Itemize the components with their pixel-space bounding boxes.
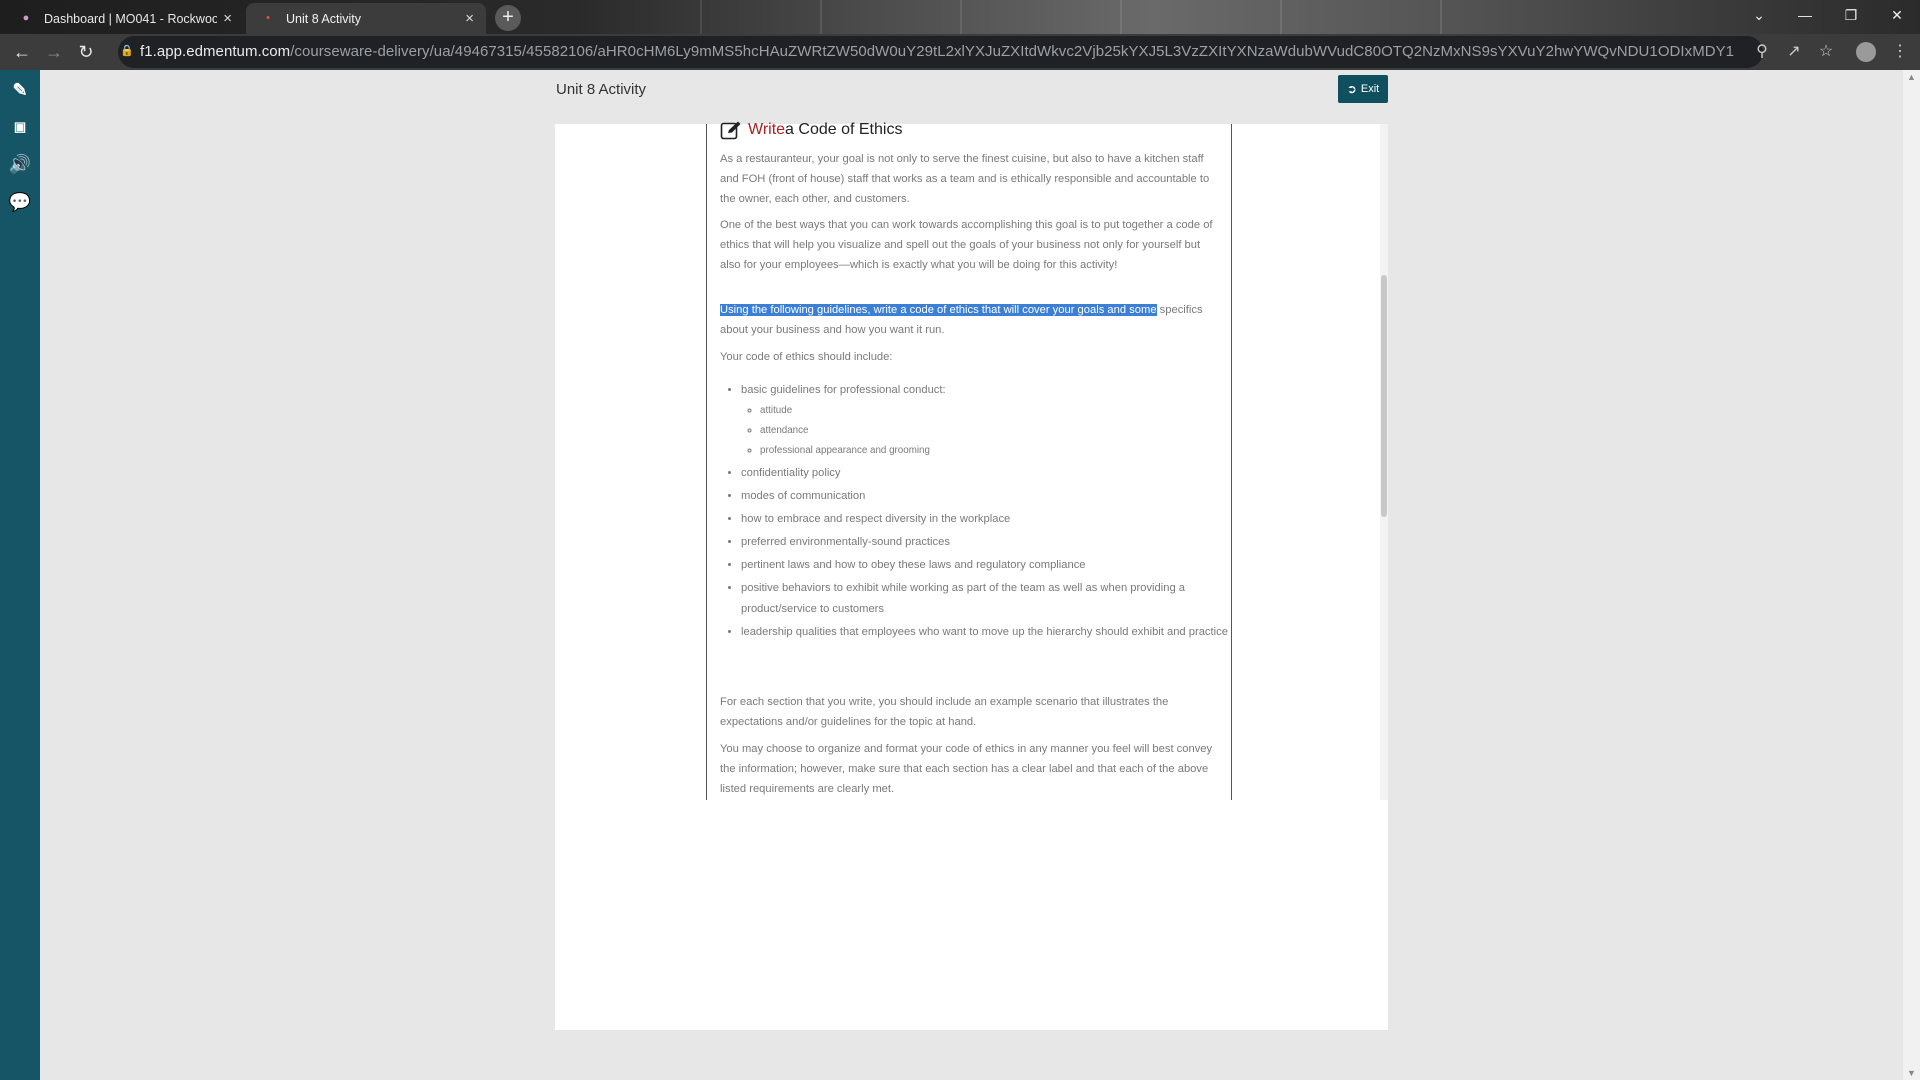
browser-tab-strip: ● Dashboard | MO041 - Rockwood × • Unit … bbox=[0, 0, 1920, 34]
selected-text[interactable]: Using the following guidelines, write a … bbox=[720, 304, 1157, 316]
restore-icon[interactable]: ❐ bbox=[1828, 0, 1874, 30]
menu-kebab-icon[interactable]: ⋮ bbox=[1888, 40, 1912, 64]
background-decoration bbox=[700, 0, 702, 34]
back-arrow-icon[interactable]: ← bbox=[10, 40, 34, 64]
instruction-paragraph: Using the following guidelines, write a … bbox=[720, 300, 1220, 340]
sub-list-item: attendance bbox=[760, 421, 1241, 441]
browser-toolbar: ← → ↻ 🔒 f1.app.edmentum.com/courseware-d… bbox=[0, 34, 1920, 70]
profile-avatar[interactable] bbox=[1856, 42, 1876, 62]
page-title: Unit 8 Activity bbox=[556, 81, 647, 98]
window-controls: ⌄ — ❐ ✕ bbox=[1736, 0, 1920, 30]
exit-icon: ➲ bbox=[1346, 82, 1357, 96]
background-decoration bbox=[1440, 0, 1442, 34]
include-paragraph: Your code of ethics should include: bbox=[720, 351, 893, 363]
content-scrollbar-thumb[interactable] bbox=[1381, 275, 1387, 517]
heading-text: a Code of Ethics bbox=[785, 121, 903, 138]
bookmark-star-icon[interactable]: ☆ bbox=[1814, 40, 1838, 64]
scroll-up-icon[interactable]: ▲ bbox=[1907, 72, 1916, 82]
background-decoration bbox=[960, 0, 962, 34]
tab-title: Dashboard | MO041 - Rockwood bbox=[44, 11, 218, 26]
lock-icon: 🔒 bbox=[120, 45, 134, 57]
new-tab-button[interactable]: + bbox=[495, 5, 521, 31]
activity-heading: Write a Code of Ethics bbox=[720, 120, 902, 140]
exit-label: Exit bbox=[1360, 83, 1380, 95]
scroll-down-icon[interactable]: ▼ bbox=[1907, 1068, 1916, 1078]
list-item: basic guidelines for professional conduc… bbox=[741, 380, 1241, 461]
page-scrollbar[interactable]: ▲ ▼ bbox=[1903, 70, 1920, 1080]
list-item: how to embrace and respect diversity in … bbox=[741, 509, 1241, 530]
minimize-icon[interactable]: — bbox=[1782, 0, 1828, 30]
scenario-paragraph: For each section that you write, you sho… bbox=[720, 696, 1169, 728]
loading-favicon-icon: • bbox=[266, 12, 270, 24]
requirements-list: basic guidelines for professional conduc… bbox=[720, 380, 1241, 645]
sub-list: attitude attendance professional appeara… bbox=[741, 401, 1241, 461]
tab-search-icon[interactable]: ⌄ bbox=[1736, 0, 1782, 30]
exit-button[interactable]: ➲ Exit bbox=[1338, 75, 1388, 103]
dictionary-icon[interactable]: ▣ bbox=[7, 115, 33, 139]
text-to-speech-icon[interactable]: 🔊 bbox=[7, 152, 33, 176]
list-item: pertinent laws and how to obey these law… bbox=[741, 555, 1241, 576]
zoom-icon[interactable]: ⚲ bbox=[1750, 40, 1774, 64]
close-window-icon[interactable]: ✕ bbox=[1874, 0, 1920, 30]
close-tab-icon[interactable]: × bbox=[223, 10, 232, 27]
notepad-icon[interactable]: ✎ bbox=[7, 78, 33, 102]
share-icon[interactable]: ↗ bbox=[1782, 40, 1806, 64]
background-decoration bbox=[1280, 0, 1282, 34]
tools-sidebar: ✎ ▣ 🔊 💬 bbox=[0, 70, 40, 1080]
heading-verb: Write bbox=[748, 121, 786, 138]
sub-list-item: professional appearance and grooming bbox=[760, 441, 1241, 461]
address-bar[interactable]: 🔒 f1.app.edmentum.com/courseware-deliver… bbox=[118, 36, 1763, 68]
background-decoration bbox=[1120, 0, 1122, 34]
background-decoration bbox=[820, 0, 822, 34]
sub-list-item: attitude bbox=[760, 401, 1241, 421]
write-pencil-icon bbox=[720, 121, 741, 140]
list-item: confidentiality policy bbox=[741, 463, 1241, 484]
edmentum-favicon-icon: ● bbox=[22, 12, 30, 24]
list-item: modes of communication bbox=[741, 486, 1241, 507]
forward-arrow-icon[interactable]: → bbox=[42, 40, 66, 64]
activity-header bbox=[40, 70, 1903, 110]
format-paragraph: You may choose to organize and format yo… bbox=[720, 743, 1213, 795]
browser-tab-dashboard[interactable]: ● Dashboard | MO041 - Rockwood × bbox=[4, 3, 244, 34]
browser-tab-unit8[interactable]: • Unit 8 Activity × bbox=[246, 3, 486, 34]
goal-paragraph: One of the best ways that you can work t… bbox=[720, 219, 1213, 271]
list-item: leadership qualities that employees who … bbox=[741, 622, 1241, 643]
translator-icon[interactable]: 💬 bbox=[7, 190, 33, 214]
tab-title: Unit 8 Activity bbox=[286, 11, 362, 26]
list-item: positive behaviors to exhibit while work… bbox=[741, 578, 1241, 620]
list-item: preferred environmentally-sound practice… bbox=[741, 532, 1241, 553]
reload-icon[interactable]: ↻ bbox=[74, 40, 98, 64]
close-tab-icon[interactable]: × bbox=[465, 10, 474, 27]
url-text[interactable]: f1.app.edmentum.com/courseware-delivery/… bbox=[140, 43, 1734, 60]
intro-paragraph: As a restauranteur, your goal is not onl… bbox=[720, 153, 1210, 205]
